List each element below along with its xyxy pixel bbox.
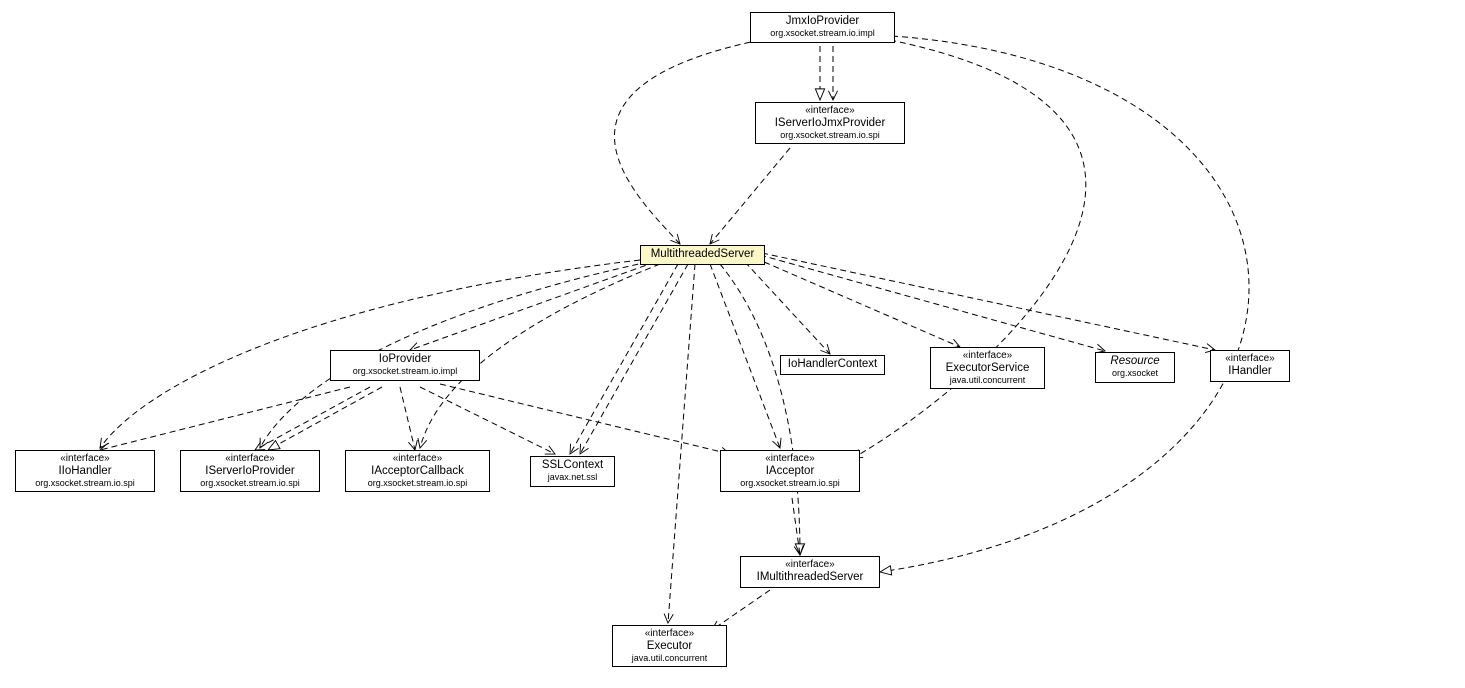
node-pkg: org.xsocket — [1102, 368, 1168, 378]
uml-diagram: { "nodes": { "jmxIoProvider": { "stereo"… — [0, 0, 1465, 688]
node-name: IMultithreadedServer — [747, 571, 873, 584]
node-sslcontext[interactable]: SSLContext javax.net.ssl — [530, 456, 615, 487]
node-name: Resource — [1102, 355, 1168, 368]
node-name: IServerIoJmxProvider — [762, 117, 898, 130]
node-pkg: java.util.concurrent — [619, 653, 720, 663]
node-ihandler[interactable]: «interface» IHandler — [1210, 350, 1290, 382]
node-name: IIoHandler — [22, 465, 148, 478]
node-multithreadedserver[interactable]: MultithreadedServer — [640, 245, 765, 265]
node-stereotype: «interface» — [22, 453, 148, 465]
node-name: IoHandlerContext — [787, 358, 878, 371]
node-name: MultithreadedServer — [647, 248, 758, 261]
node-name: IHandler — [1217, 365, 1283, 378]
node-iserveriojmxprovider[interactable]: «interface» IServerIoJmxProvider org.xso… — [755, 102, 905, 144]
node-name: SSLContext — [537, 459, 608, 472]
node-ioprovider[interactable]: IoProvider org.xsocket.stream.io.impl — [330, 350, 480, 381]
node-stereotype: «interface» — [762, 105, 898, 117]
node-pkg: org.xsocket.stream.io.impl — [757, 28, 888, 38]
node-pkg: org.xsocket.stream.io.impl — [337, 366, 473, 376]
node-stereotype: «interface» — [1217, 353, 1283, 365]
node-pkg: java.util.concurrent — [937, 375, 1038, 385]
node-iacceptor[interactable]: «interface» IAcceptor org.xsocket.stream… — [720, 450, 860, 492]
node-iiohandler[interactable]: «interface» IIoHandler org.xsocket.strea… — [15, 450, 155, 492]
node-pkg: javax.net.ssl — [537, 472, 608, 482]
node-executor[interactable]: «interface» Executor java.util.concurren… — [612, 625, 727, 667]
node-name: IServerIoProvider — [187, 465, 313, 478]
node-name: ExecutorService — [937, 362, 1038, 375]
node-iohandlercontext[interactable]: IoHandlerContext — [780, 355, 885, 375]
node-name: IAcceptor — [727, 465, 853, 478]
node-pkg: org.xsocket.stream.io.spi — [22, 478, 148, 488]
node-name: Executor — [619, 640, 720, 653]
node-name: IAcceptorCallback — [352, 465, 483, 478]
node-iacceptorcallback[interactable]: «interface» IAcceptorCallback org.xsocke… — [345, 450, 490, 492]
node-stereotype: «interface» — [937, 350, 1038, 362]
node-name: JmxIoProvider — [757, 15, 888, 28]
node-pkg: org.xsocket.stream.io.spi — [187, 478, 313, 488]
edges-layer — [0, 0, 1465, 688]
node-stereotype: «interface» — [352, 453, 483, 465]
node-pkg: org.xsocket.stream.io.spi — [352, 478, 483, 488]
node-name: IoProvider — [337, 353, 473, 366]
node-pkg: org.xsocket.stream.io.spi — [762, 130, 898, 140]
node-jmxioprovider[interactable]: JmxIoProvider org.xsocket.stream.io.impl — [750, 12, 895, 43]
node-executorservice[interactable]: «interface» ExecutorService java.util.co… — [930, 347, 1045, 389]
node-stereotype: «interface» — [747, 559, 873, 571]
node-imultithreadedserver[interactable]: «interface» IMultithreadedServer — [740, 556, 880, 588]
node-pkg: org.xsocket.stream.io.spi — [727, 478, 853, 488]
node-stereotype: «interface» — [187, 453, 313, 465]
node-stereotype: «interface» — [727, 453, 853, 465]
node-stereotype: «interface» — [619, 628, 720, 640]
node-iserverioprovider[interactable]: «interface» IServerIoProvider org.xsocke… — [180, 450, 320, 492]
node-resource[interactable]: Resource org.xsocket — [1095, 352, 1175, 383]
